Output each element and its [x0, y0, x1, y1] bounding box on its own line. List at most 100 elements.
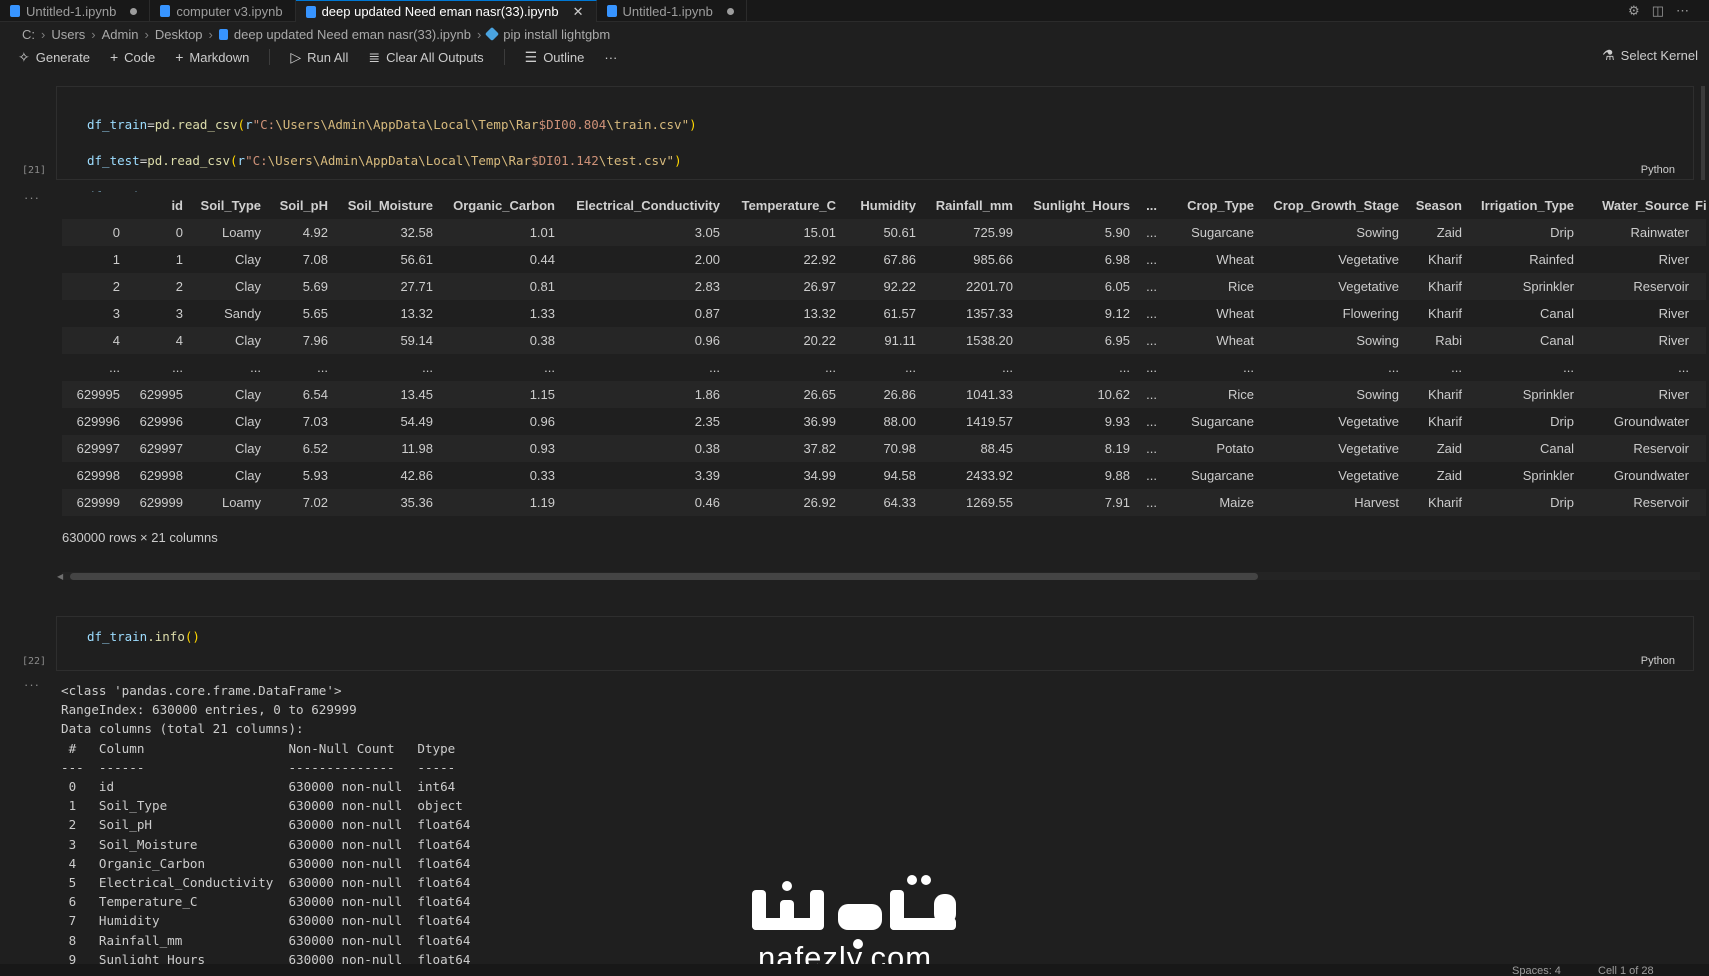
table-cell: Sowing — [1260, 219, 1405, 246]
column-header: Crop_Growth_Stage — [1260, 192, 1405, 219]
breadcrumb-item[interactable]: deep updated Need eman nasr(33).ipynb — [234, 27, 471, 42]
table-cell: ... — [1019, 354, 1136, 381]
gear-icon[interactable]: ⚙ — [1628, 3, 1640, 19]
table-cell: ... — [1136, 435, 1163, 462]
column-header: Irrigation_Type — [1468, 192, 1580, 219]
code-cell[interactable]: df_train.info() Python — [56, 616, 1694, 671]
table-cell: 59.14 — [334, 327, 439, 354]
cell-language-label[interactable]: Python — [1641, 655, 1675, 667]
table-cell: Groundwater — [1580, 462, 1695, 489]
output-more-icon[interactable]: ··· — [24, 190, 40, 205]
cell-language-label[interactable]: Python — [1641, 164, 1675, 176]
tab-label: computer v3.ipynb — [176, 3, 283, 19]
table-cell: Potato — [1163, 435, 1260, 462]
table-cell: 629999 — [126, 489, 189, 516]
scrollbar-thumb[interactable] — [70, 573, 1258, 580]
generate-label: Generate — [35, 49, 90, 65]
overview-ruler — [1701, 86, 1705, 180]
code-cell[interactable]: df_train=pd.read_csv(r"C:\Users\Admin\Ap… — [56, 86, 1694, 204]
scroll-left-icon[interactable]: ◀ — [57, 572, 63, 581]
breadcrumb-item[interactable]: pip install lightgbm — [503, 27, 610, 42]
output-line: 8 Rainfall_mm 630000 non-null float64 — [61, 932, 471, 948]
table-cell: 42.86 — [334, 462, 439, 489]
table-cell: 0 — [126, 219, 189, 246]
tab-untitled-1[interactable]: Untitled-1.ipynb — [0, 0, 151, 22]
table-cell: Sprinkler — [1468, 273, 1580, 300]
column-header: Rainfall_mm — [922, 192, 1019, 219]
outline-button[interactable]: ☰ Outline — [525, 49, 585, 66]
table-cell: 0.93 — [439, 435, 561, 462]
column-header: Electrical_Conductivity — [561, 192, 726, 219]
chevron-right-icon: › — [41, 26, 46, 42]
table-cell: Kharif — [1405, 273, 1468, 300]
split-editor-icon[interactable]: ◫ — [1652, 3, 1664, 19]
indentation-status[interactable]: Spaces: 4 — [1512, 965, 1561, 976]
table-cell: 0.87 — [561, 300, 726, 327]
chevron-right-icon: › — [144, 26, 149, 42]
table-cell: Rabi — [1405, 327, 1468, 354]
table-cell: ... — [1136, 300, 1163, 327]
clear-all-outputs-button[interactable]: ≣ Clear All Outputs — [368, 49, 483, 66]
table-cell: 37.82 — [726, 435, 842, 462]
close-icon[interactable]: ✕ — [573, 4, 584, 20]
table-cell — [1695, 273, 1706, 300]
table-cell: River — [1580, 246, 1695, 273]
tab-computer-v3[interactable]: computer v3.ipynb — [150, 0, 296, 22]
modified-dot-icon — [726, 7, 734, 15]
column-header: Humidity — [842, 192, 922, 219]
table-cell: 5.93 — [267, 462, 334, 489]
toolbar-divider — [503, 49, 505, 65]
more-toolbar-button[interactable]: ··· — [604, 50, 617, 65]
table-cell: 3.39 — [561, 462, 726, 489]
code-editor[interactable]: df_train.info() — [87, 628, 200, 646]
plus-icon: + — [175, 49, 184, 65]
tab-deep-updated[interactable]: deep updated Need eman nasr(33).ipynb ✕ — [295, 0, 597, 22]
table-row: 3 3 Sandy 5.65 13.32 1.33 0.87 13.32 61.57 1357.3… — [62, 300, 1706, 327]
table-cell: ... — [726, 354, 842, 381]
select-kernel-label: Select Kernel — [1620, 48, 1698, 63]
dataframe-table: id Soil_Type Soil_pH Soil_Moisture Organ… — [62, 192, 1706, 516]
table-cell: 9.12 — [1019, 300, 1136, 327]
select-kernel-button[interactable]: ⚗ Select Kernel — [1602, 47, 1698, 64]
table-cell: 4.92 — [267, 219, 334, 246]
table-cell: Loamy — [189, 489, 267, 516]
breadcrumb-item[interactable]: Desktop — [155, 27, 203, 42]
column-header: Season — [1405, 192, 1468, 219]
chevron-right-icon: › — [208, 26, 213, 42]
table-cell: Drip — [1468, 489, 1580, 516]
table-cell: ... — [267, 354, 334, 381]
column-header: id — [126, 192, 189, 219]
output-more-icon[interactable]: ··· — [24, 677, 40, 692]
table-cell: 2201.70 — [922, 273, 1019, 300]
breadcrumb-item[interactable]: C: — [22, 27, 35, 42]
plus-icon: + — [109, 49, 119, 65]
table-cell — [1695, 354, 1706, 381]
table-cell: Sowing — [1260, 381, 1405, 408]
table-cell: ... — [1136, 219, 1163, 246]
generate-button[interactable]: ✧ Generate — [18, 49, 90, 66]
column-header: Crop_Type — [1163, 192, 1260, 219]
code-line: df_train=pd.read_csv(r"C:\Users\Admin\Ap… — [87, 117, 697, 132]
table-cell — [1695, 300, 1706, 327]
add-markdown-cell-button[interactable]: + Markdown — [175, 49, 249, 65]
table-row: 629995 629995 Clay 6.54 13.45 1.15 1.86 26.65 26… — [62, 381, 1706, 408]
more-actions-icon[interactable]: ⋯ — [1676, 3, 1689, 19]
table-cell: Sprinkler — [1468, 381, 1580, 408]
run-all-button[interactable]: ▷ Run All — [290, 49, 348, 66]
cell-position-status[interactable]: Cell 1 of 28 — [1598, 965, 1654, 976]
column-header: Fiel — [1695, 192, 1706, 219]
output-line: 4 Organic_Carbon 630000 non-null float64 — [61, 855, 471, 871]
table-cell: 92.22 — [842, 273, 922, 300]
table-cell — [1695, 327, 1706, 354]
table-cell: 7.02 — [267, 489, 334, 516]
table-cell: Vegetative — [1260, 435, 1405, 462]
table-cell: 26.86 — [842, 381, 922, 408]
add-code-cell-button[interactable]: + Code — [110, 49, 155, 65]
table-cell: 67.86 — [842, 246, 922, 273]
breadcrumb-item[interactable]: Admin — [102, 27, 139, 42]
tab-untitled-1-b[interactable]: Untitled-1.ipynb — [597, 0, 747, 22]
table-cell: Kharif — [1405, 246, 1468, 273]
breadcrumb-item[interactable]: Users — [51, 27, 85, 42]
table-cell: 1.86 — [561, 381, 726, 408]
table-cell: ... — [1405, 354, 1468, 381]
